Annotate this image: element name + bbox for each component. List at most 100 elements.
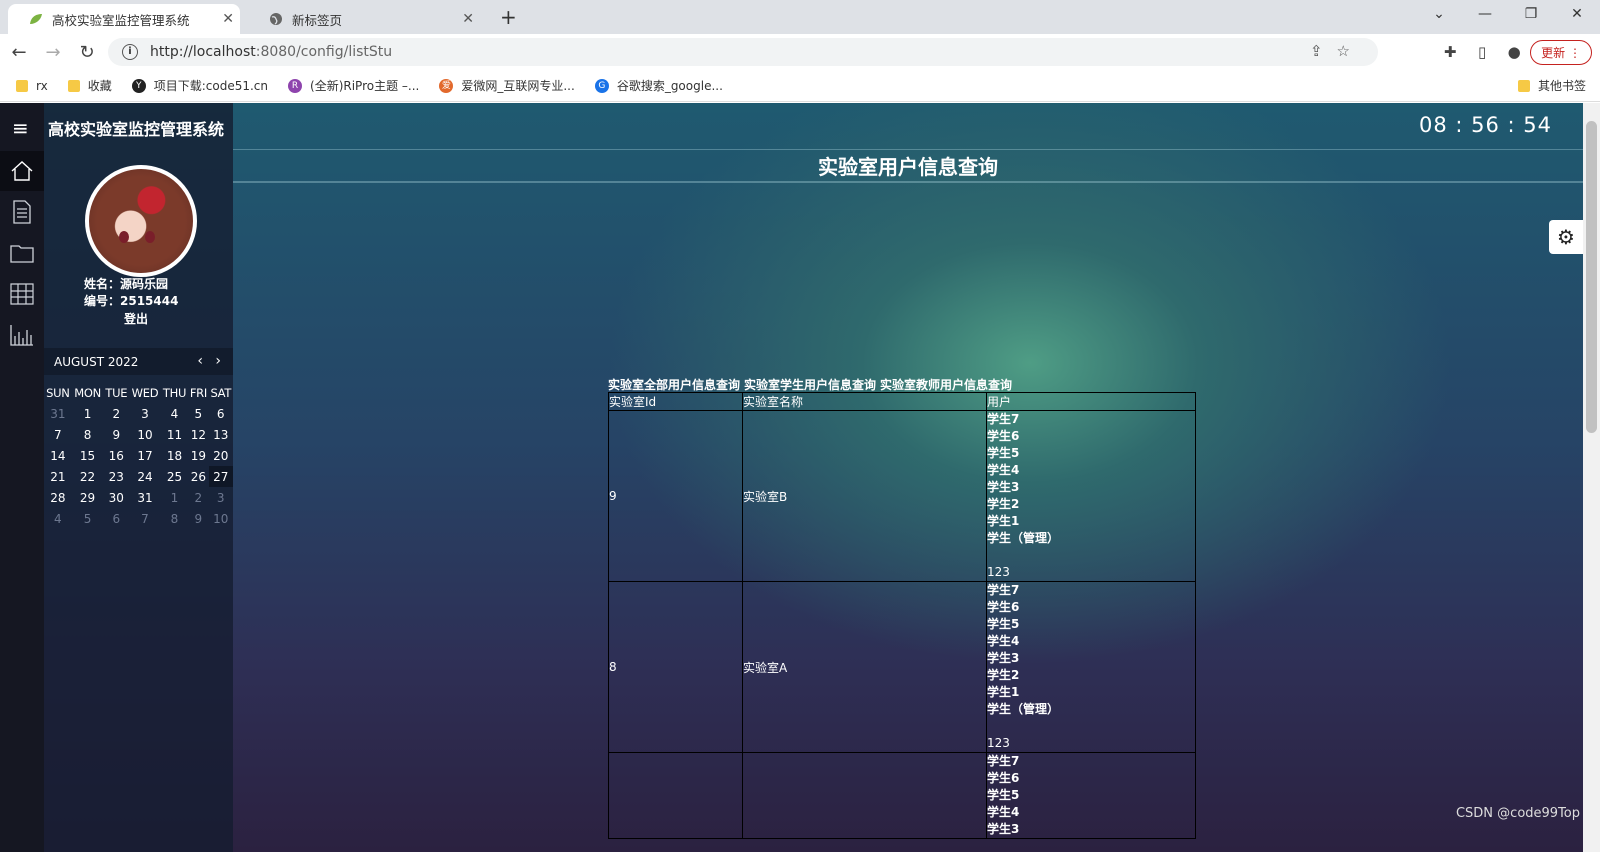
bookmark-label: rx <box>36 78 48 93</box>
menu-icon[interactable]: ≡ <box>12 118 32 138</box>
back-icon[interactable]: ← <box>4 42 34 63</box>
calendar-day[interactable]: 29 <box>72 487 104 508</box>
bookmark-google[interactable]: G 谷歌搜索_google... <box>594 77 723 94</box>
calendar-day[interactable]: 25 <box>161 466 189 487</box>
link-teacher-users[interactable]: 实验室教师用户信息查询 <box>880 378 1012 392</box>
calendar-day[interactable]: 18 <box>161 445 189 466</box>
settings-gear-icon[interactable]: ⚙ <box>1549 220 1583 254</box>
calendar-day[interactable]: 7 <box>129 508 161 529</box>
cell-lab-id: 9 <box>608 410 743 582</box>
calendar-day[interactable]: 24 <box>129 466 161 487</box>
calendar-day[interactable]: 1 <box>161 487 189 508</box>
calendar-day[interactable]: 21 <box>44 466 72 487</box>
tab-lab-system[interactable]: 高校实验室监控管理系统 ✕ <box>8 4 240 34</box>
calendar-day[interactable]: 19 <box>188 445 208 466</box>
user-id: 编号：2515444 <box>84 294 179 308</box>
calendar-day[interactable]: 4 <box>44 508 72 529</box>
calendar-day[interactable]: 1 <box>72 403 104 424</box>
calendar-day[interactable]: 5 <box>188 403 208 424</box>
url-field[interactable]: i http://localhost:8080/config/listStu ⇪… <box>108 38 1378 66</box>
calendar-day[interactable]: 31 <box>44 403 72 424</box>
calendar-day[interactable]: 2 <box>188 487 208 508</box>
tab-search-icon[interactable]: ⌄ <box>1416 0 1462 30</box>
bookmark-label: 收藏 <box>87 79 112 93</box>
weekday: SAT <box>210 385 232 400</box>
calendar-day[interactable]: 31 <box>129 487 161 508</box>
link-all-users[interactable]: 实验室全部用户信息查询 <box>608 378 740 392</box>
minimize-button[interactable]: — <box>1462 0 1508 30</box>
bar-chart-icon[interactable] <box>0 315 44 355</box>
bookmark-aiwei[interactable]: 爱爱微网_互联网专业... <box>439 77 575 94</box>
calendar-day[interactable]: 8 <box>72 424 104 445</box>
calendar-day[interactable]: 10 <box>129 424 161 445</box>
user-entry: 学生7 <box>987 583 1020 597</box>
calendar-day[interactable]: 16 <box>103 445 129 466</box>
bookmark-ripro[interactable]: R (全新)RiPro主题 –... <box>288 77 419 94</box>
calendar-day[interactable]: 11 <box>161 424 189 445</box>
link-student-users[interactable]: 实验室学生用户信息查询 <box>744 378 876 392</box>
calendar-day[interactable]: 9 <box>103 424 129 445</box>
calendar-day[interactable]: 17 <box>129 445 161 466</box>
user-entry: 学生4 <box>987 805 1020 819</box>
weekday: THU <box>162 385 187 400</box>
calendar-day[interactable]: 26 <box>188 466 208 487</box>
bookmark-rx[interactable]: rx <box>16 79 48 93</box>
calendar-day[interactable]: 28 <box>44 487 72 508</box>
scrollbar[interactable] <box>1583 103 1600 852</box>
bookmark-favorites[interactable]: 收藏 <box>67 77 112 94</box>
forward-icon[interactable]: → <box>38 42 68 63</box>
calendar-day[interactable]: 22 <box>72 466 104 487</box>
home-icon[interactable] <box>0 151 44 191</box>
calendar-nav-icons[interactable]: ‹ › <box>197 353 225 369</box>
restore-button[interactable]: ❐ <box>1508 0 1554 30</box>
calendar-day[interactable]: 7 <box>44 424 72 445</box>
calendar-day[interactable]: 12 <box>188 424 208 445</box>
app-brand: 高校实验室监控管理系统 <box>48 120 225 139</box>
calendar-day[interactable]: 20 <box>209 445 234 466</box>
scrollbar-thumb[interactable] <box>1586 121 1597 433</box>
document-icon[interactable] <box>0 192 44 232</box>
calendar-day[interactable]: 4 <box>161 403 189 424</box>
aiwei-icon: 爱 <box>439 78 454 93</box>
site-info-icon[interactable]: i <box>122 44 138 60</box>
calendar-day[interactable]: 5 <box>72 508 104 529</box>
user-name: 姓名：源码乐园 <box>84 277 169 291</box>
close-tab-icon[interactable]: ✕ <box>462 11 474 27</box>
close-tab-icon[interactable]: ✕ <box>222 11 234 27</box>
sidepanel-icon[interactable]: ▯ <box>1466 43 1498 61</box>
cell-lab-name <box>742 752 987 839</box>
calendar-day[interactable]: 15 <box>72 445 104 466</box>
bookmark-code51[interactable]: Y 项目下载:code51.cn <box>131 77 268 94</box>
table-icon[interactable] <box>0 274 44 314</box>
calendar-day[interactable]: 9 <box>188 508 208 529</box>
cell-users: 学生7 学生6 学生5 学生4 学生3 学生2 学生1 学生（管理） 123 <box>986 581 1196 753</box>
close-window-button[interactable]: ✕ <box>1554 0 1600 30</box>
tab-new-tab[interactable]: 新标签页 ✕ <box>248 4 480 34</box>
extensions-icon[interactable]: ✚ <box>1434 43 1466 61</box>
calendar-day[interactable]: 8 <box>161 508 189 529</box>
calendar-day[interactable]: 2 <box>103 403 129 424</box>
divider <box>233 149 1583 150</box>
calendar-day[interactable]: 23 <box>103 466 129 487</box>
update-button[interactable]: 更新 ⋮ <box>1530 39 1592 65</box>
calendar-day[interactable]: 27 <box>208 466 233 487</box>
other-bookmarks[interactable]: 其他书签 <box>1517 77 1586 94</box>
calendar-day[interactable]: 3 <box>209 487 234 508</box>
calendar-day[interactable]: 13 <box>209 424 234 445</box>
user-entry: 学生3 <box>987 651 1020 665</box>
watermark: CSDN @code99Top <box>1455 806 1580 821</box>
share-star-icons[interactable]: ⇪☆ <box>1310 42 1364 60</box>
tab-title: 高校实验室监控管理系统 <box>52 12 190 28</box>
calendar-day[interactable]: 6 <box>209 403 234 424</box>
calendar-day[interactable]: 3 <box>129 403 161 424</box>
new-tab-button[interactable]: + <box>500 5 517 29</box>
calendar-day[interactable]: 6 <box>103 508 129 529</box>
folder-icon[interactable] <box>0 233 44 273</box>
user-entry: 学生7 <box>987 412 1020 426</box>
calendar-day[interactable]: 14 <box>44 445 72 466</box>
calendar-day[interactable]: 30 <box>103 487 129 508</box>
reload-icon[interactable]: ↻ <box>72 42 102 63</box>
calendar-day[interactable]: 10 <box>209 508 234 529</box>
profile-icon[interactable]: ● <box>1498 43 1530 61</box>
logout-link[interactable]: 登出 <box>124 310 148 327</box>
